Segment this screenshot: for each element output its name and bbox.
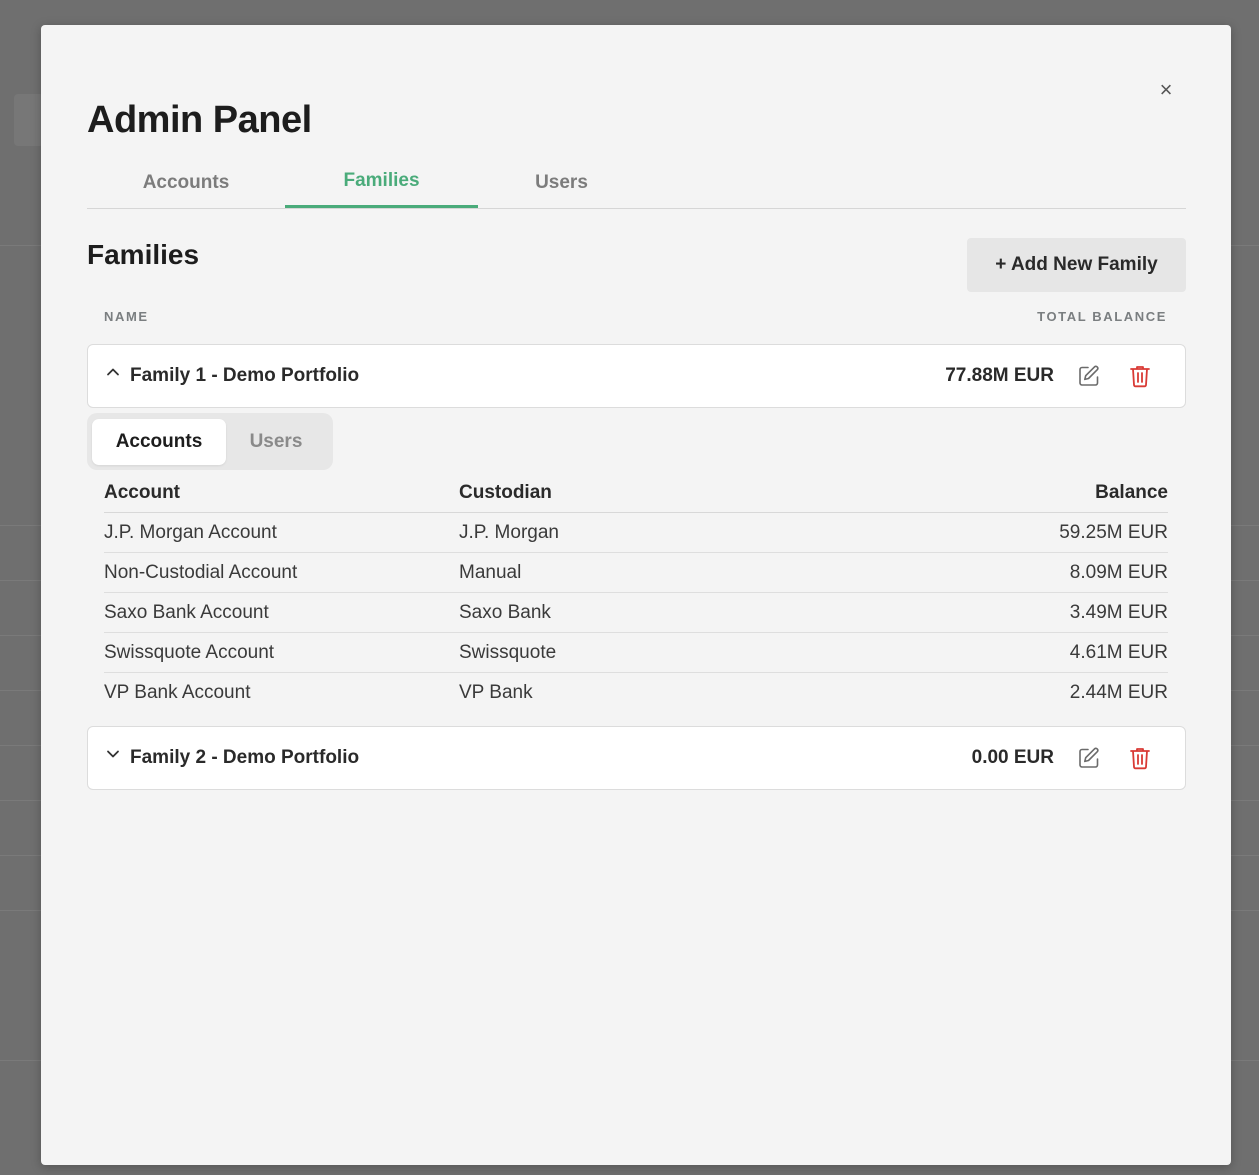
account-name: Saxo Bank Account: [104, 593, 459, 633]
chevron-down-icon[interactable]: [106, 747, 122, 767]
delete-icon[interactable]: [1129, 746, 1151, 770]
subtab-users[interactable]: Users: [226, 419, 326, 465]
account-name: Non-Custodial Account: [104, 553, 459, 593]
table-row: J.P. Morgan Account J.P. Morgan 59.25M E…: [104, 513, 1168, 553]
accounts-table: Account Custodian Balance J.P. Morgan Ac…: [104, 473, 1168, 712]
edit-icon[interactable]: [1077, 746, 1101, 770]
subtab-accounts[interactable]: Accounts: [92, 418, 226, 465]
custodian-name: Manual: [459, 553, 818, 593]
family-balance: 0.00 EUR: [971, 747, 1054, 768]
account-name: Swissquote Account: [104, 633, 459, 673]
family-subtabs: Accounts Users: [87, 413, 333, 470]
table-row: Non-Custodial Account Manual 8.09M EUR: [104, 553, 1168, 593]
column-header-name: NAME: [104, 309, 149, 324]
account-balance: 8.09M EUR: [818, 553, 1168, 593]
add-new-family-button[interactable]: + Add New Family: [967, 238, 1186, 292]
account-balance: 4.61M EUR: [818, 633, 1168, 673]
close-icon: ×: [1159, 77, 1173, 102]
modal-title: Admin Panel: [87, 99, 312, 141]
tab-users[interactable]: Users: [478, 157, 645, 208]
family-row-1[interactable]: Family 1 - Demo Portfolio 77.88M EUR: [87, 344, 1186, 408]
table-row: Saxo Bank Account Saxo Bank 3.49M EUR: [104, 593, 1168, 633]
account-name: J.P. Morgan Account: [104, 513, 459, 553]
column-header-account: Account: [104, 473, 459, 513]
section-title: Families: [87, 239, 200, 270]
delete-icon[interactable]: [1129, 364, 1151, 388]
account-balance: 2.44M EUR: [1069, 681, 1168, 703]
chevron-up-icon[interactable]: [106, 365, 122, 385]
custodian-name: VP Bank: [459, 681, 533, 703]
table-row: Swissquote Account Swissquote 4.61M EUR: [104, 633, 1168, 673]
column-header-total-balance: TOTAL BALANCE: [1037, 309, 1167, 324]
admin-panel-modal: Admin Panel × Accounts Families Users Fa…: [41, 25, 1231, 1165]
custodian-name: Swissquote: [459, 633, 818, 673]
admin-tabs: Accounts Families Users: [87, 157, 1186, 209]
account-balance: 59.25M EUR: [818, 513, 1168, 553]
family-row-2[interactable]: Family 2 - Demo Portfolio 0.00 EUR: [87, 726, 1186, 790]
table-header-row: Account Custodian Balance: [104, 473, 1168, 513]
family-balance: 77.88M EUR: [945, 365, 1054, 386]
account-name: VP Bank Account: [104, 681, 251, 703]
close-button[interactable]: ×: [1153, 77, 1179, 103]
tab-families[interactable]: Families: [285, 157, 478, 208]
background-element: [14, 94, 44, 146]
family-name: Family 1 - Demo Portfolio: [130, 365, 360, 386]
account-balance: 3.49M EUR: [818, 593, 1168, 633]
family-name: Family 2 - Demo Portfolio: [130, 747, 360, 768]
column-header-custodian: Custodian: [459, 473, 818, 513]
table-row: VP Bank Account VP Bank 2.44M EUR: [104, 673, 1168, 712]
custodian-name: J.P. Morgan: [459, 513, 818, 553]
edit-icon[interactable]: [1077, 364, 1101, 388]
custodian-name: Saxo Bank: [459, 593, 818, 633]
tab-accounts[interactable]: Accounts: [87, 157, 285, 208]
column-header-balance: Balance: [818, 473, 1168, 513]
